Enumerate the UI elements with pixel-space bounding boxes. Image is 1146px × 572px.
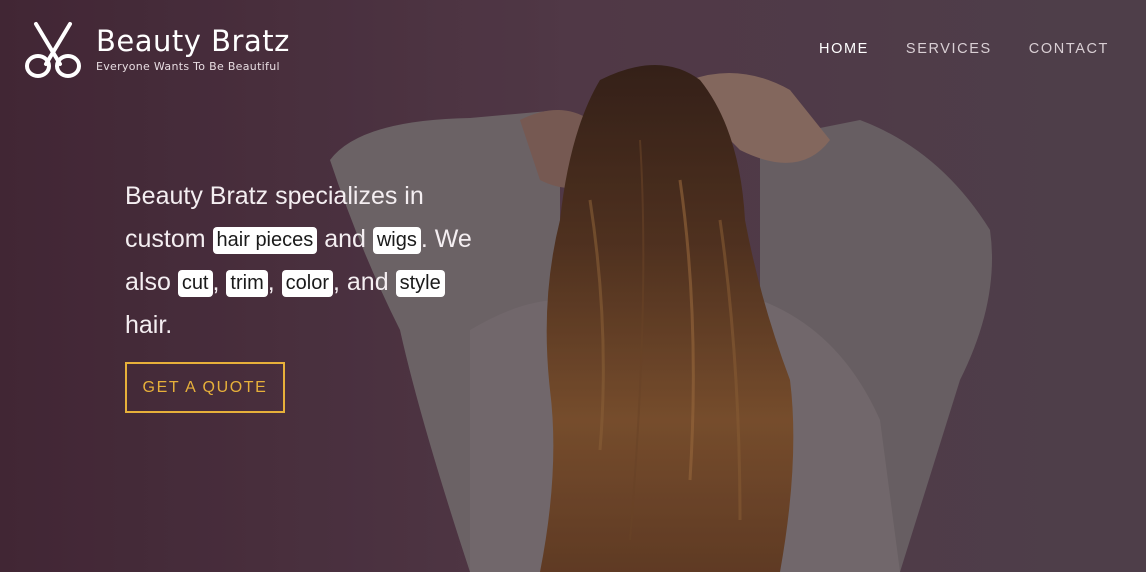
connector-text: and <box>317 225 373 253</box>
nav-services[interactable]: SERVICES <box>906 41 992 57</box>
nav-home[interactable]: HOME <box>819 41 869 57</box>
get-a-quote-button[interactable]: GET A QUOTE <box>125 362 285 413</box>
nav-contact[interactable]: CONTACT <box>1029 41 1109 57</box>
chip-style: style <box>395 270 445 297</box>
scissors-icon <box>25 22 81 78</box>
brand-logo[interactable]: Beauty Bratz Everyone Wants To Be Beauti… <box>22 20 290 80</box>
chip-trim: trim <box>226 270 268 297</box>
connector-text: , <box>212 268 227 296</box>
outro-text: hair. <box>125 311 173 339</box>
brand-tagline: Everyone Wants To Be Beautiful <box>96 60 280 73</box>
connector-text: , <box>267 268 282 296</box>
chip-hair-pieces: hair pieces <box>212 227 318 254</box>
chip-cut: cut <box>177 270 213 297</box>
hero-description: Beauty Bratz specializes in custom hair … <box>125 175 485 347</box>
main-nav: HOME SERVICES CONTACT <box>819 41 1109 57</box>
connector-text: , and <box>333 268 396 296</box>
brand-name: Beauty Bratz <box>96 24 290 58</box>
chip-color: color <box>281 270 333 297</box>
chip-wigs: wigs <box>372 227 421 254</box>
